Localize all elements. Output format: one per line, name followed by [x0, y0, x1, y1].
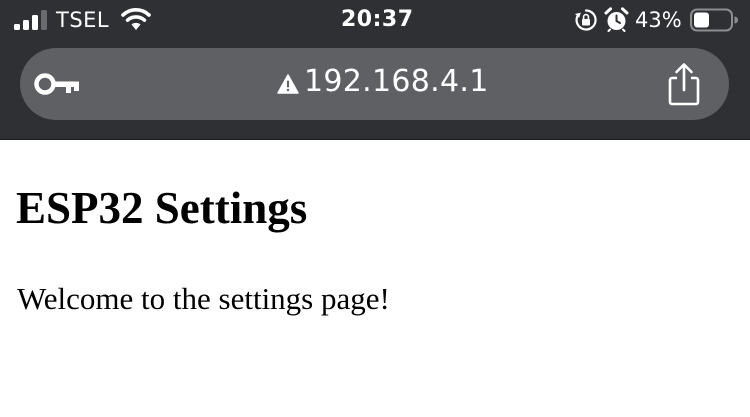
welcome-text: Welcome to the settings page!	[17, 281, 390, 316]
clock-time: 20:37	[341, 7, 414, 32]
share-icon[interactable]	[664, 62, 704, 106]
chrome-divider	[0, 139, 750, 140]
phone-screen: TSEL 20:37 43% 192.168.4.1 ESP32 Setting…	[0, 0, 750, 417]
signal-icon	[14, 10, 47, 30]
warning-icon	[277, 74, 299, 94]
url-text[interactable]: 192.168.4.1	[304, 63, 489, 101]
battery-icon	[690, 8, 738, 32]
carrier-name: TSEL	[56, 8, 110, 32]
alarm-icon	[604, 7, 629, 32]
wifi-icon	[121, 8, 151, 30]
key-icon[interactable]	[34, 71, 80, 97]
page-title: ESP32 Settings	[16, 183, 308, 233]
web-page-content: ESP32 Settings Welcome to the settings p…	[0, 141, 750, 417]
battery-percent: 43%	[635, 8, 682, 32]
lock-rotation-icon	[575, 9, 597, 31]
